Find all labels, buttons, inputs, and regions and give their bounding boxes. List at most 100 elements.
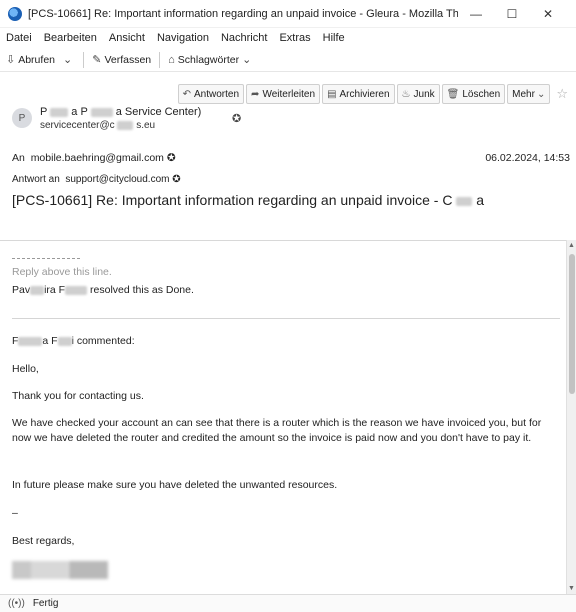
- body-scrollbar[interactable]: ▲ ▼: [566, 240, 576, 594]
- regards-line: Best regards,: [12, 535, 75, 547]
- scroll-down-icon[interactable]: ▼: [568, 585, 575, 592]
- reply-to-label: Antwort an: [12, 174, 60, 185]
- future-line: In future please make sure you have dele…: [12, 479, 338, 491]
- sender-name[interactable]: P a P a Service Center): [40, 106, 201, 118]
- get-mail-dropdown[interactable]: ⌄: [63, 53, 75, 66]
- toolbar-divider: [83, 51, 85, 68]
- thanks-line: Thank you for contacting us.: [12, 390, 144, 402]
- menu-file[interactable]: Datei: [6, 32, 32, 44]
- chevron-down-icon: ⌄: [536, 88, 546, 100]
- resolved-line: Pav ira F resolved this as Done.: [12, 283, 560, 298]
- thunderbird-icon: [8, 6, 22, 21]
- redacted-text: [18, 336, 43, 346]
- main-paragraph: We have checked your account an can see …: [12, 417, 542, 444]
- menu-navigation[interactable]: Navigation: [157, 32, 209, 44]
- status-bar: ((•)) Fertig: [0, 594, 576, 612]
- menu-view[interactable]: Ansicht: [109, 32, 145, 44]
- scroll-up-icon[interactable]: ▲: [568, 242, 575, 249]
- forward-label: Weiterleiten: [262, 88, 316, 100]
- redacted-text: [65, 285, 88, 295]
- forward-button[interactable]: ➦ Weiterleiten: [246, 84, 321, 104]
- sender-name-part: a P: [71, 106, 88, 118]
- reply-icon: ↶: [182, 88, 192, 100]
- to-address[interactable]: mobile.baehring@gmail.com: [31, 152, 164, 164]
- tag-icon: ⌂: [168, 53, 175, 66]
- sender-email[interactable]: servicecenter@c s.eu: [40, 120, 155, 131]
- junk-icon: ♨: [401, 88, 411, 100]
- reply-label: Antworten: [194, 88, 240, 100]
- menu-bar: Datei Bearbeiten Ansicht Navigation Nach…: [0, 28, 576, 48]
- message-subject: [PCS-10661] Re: Important information re…: [12, 192, 484, 208]
- message-actions: ↶ Antworten ➦ Weiterleiten ▤ Archivieren…: [176, 84, 568, 104]
- maximize-button[interactable]: ☐: [494, 0, 530, 28]
- window-title: [PCS-10661] Re: Important information re…: [28, 7, 458, 20]
- menu-help[interactable]: Hilfe: [323, 32, 345, 44]
- redacted-text: [117, 120, 134, 130]
- junk-button[interactable]: ♨ Junk: [396, 84, 440, 104]
- sender-name-part: P: [40, 106, 48, 118]
- delete-button[interactable]: 🗑 Löschen: [441, 84, 506, 104]
- sender-name-part: a Service Center): [115, 106, 202, 118]
- compose-button[interactable]: ✎ Verfassen: [92, 53, 152, 67]
- pencil-icon: ✎: [92, 54, 102, 66]
- title-bar: [PCS-10661] Re: Important information re…: [0, 0, 576, 28]
- contact-icon[interactable]: ✪: [167, 152, 176, 164]
- message-header: ↶ Antworten ➦ Weiterleiten ▤ Archivieren…: [0, 72, 576, 218]
- greeting: Hello,: [12, 363, 39, 375]
- contact-icon[interactable]: ✪: [172, 174, 180, 185]
- sender-email-part: s.eu: [136, 120, 156, 131]
- menu-tools[interactable]: Extras: [279, 32, 310, 44]
- separator-line: [12, 258, 80, 259]
- get-mail-label: Abrufen: [18, 53, 55, 66]
- redacted-text: [57, 336, 72, 346]
- reply-to-row: Antwort an support@citycloud.com ✪: [12, 174, 181, 185]
- resolved-part: ira F: [44, 284, 66, 296]
- redacted-text: [90, 107, 113, 117]
- resolved-part: Pav: [12, 284, 31, 296]
- more-button[interactable]: Mehr ⌄: [507, 84, 551, 104]
- archive-label: Archivieren: [339, 88, 390, 100]
- close-button[interactable]: ✕: [530, 0, 566, 28]
- sender-email-part: servicecenter@c: [40, 120, 115, 131]
- resolved-part: resolved this as Done.: [90, 284, 194, 296]
- to-row: An mobile.baehring@gmail.com ✪: [12, 152, 176, 164]
- commented-part: a F: [42, 335, 58, 347]
- menu-edit[interactable]: Bearbeiten: [44, 32, 97, 44]
- scroll-thumb[interactable]: [569, 254, 575, 394]
- reply-button[interactable]: ↶ Antworten: [177, 84, 245, 104]
- add-contact-icon[interactable]: ✪: [232, 112, 241, 125]
- more-label: Mehr: [512, 88, 535, 100]
- main-toolbar: ⇩ Abrufen ⌄ ✎ Verfassen ⌂ Schlagwörter ⌄: [0, 48, 576, 72]
- archive-icon: ▤: [327, 88, 337, 100]
- compose-label: Verfassen: [104, 53, 152, 66]
- junk-label: Junk: [413, 88, 435, 100]
- commented-part: i commented:: [71, 335, 135, 347]
- download-icon: ⇩: [6, 54, 16, 66]
- reply-to-address[interactable]: support@citycloud.com: [65, 174, 169, 185]
- chevron-down-icon: ⌄: [63, 54, 73, 66]
- to-label: An: [12, 152, 25, 164]
- forward-icon: ➦: [251, 88, 260, 100]
- menu-message[interactable]: Nachricht: [221, 32, 267, 44]
- redacted-text: [50, 107, 69, 117]
- tags-button[interactable]: ⌂ Schlagwörter ⌄: [168, 53, 254, 67]
- subject-part: a: [476, 192, 485, 208]
- reply-above-line: Reply above this line.: [12, 266, 112, 278]
- chevron-down-icon: ⌄: [242, 54, 252, 66]
- redacted-text: [456, 196, 473, 206]
- connection-icon: ((•)): [8, 598, 25, 609]
- star-icon[interactable]: ☆: [556, 86, 568, 102]
- status-text: Fertig: [32, 598, 59, 609]
- divider: [12, 318, 560, 319]
- dash-line: –: [12, 507, 18, 519]
- trash-icon: 🗑: [446, 88, 460, 100]
- archive-button[interactable]: ▤ Archivieren: [322, 84, 395, 104]
- subject-part: [PCS-10661] Re: Important information re…: [12, 192, 453, 208]
- get-mail-button[interactable]: ⇩ Abrufen: [6, 53, 55, 67]
- avatar: P: [12, 108, 32, 128]
- toolbar-divider: [159, 51, 161, 68]
- message-date: 06.02.2024, 14:53: [485, 152, 570, 164]
- delete-label: Löschen: [462, 88, 501, 100]
- redacted-text: [30, 285, 45, 295]
- minimize-button[interactable]: —: [458, 0, 494, 28]
